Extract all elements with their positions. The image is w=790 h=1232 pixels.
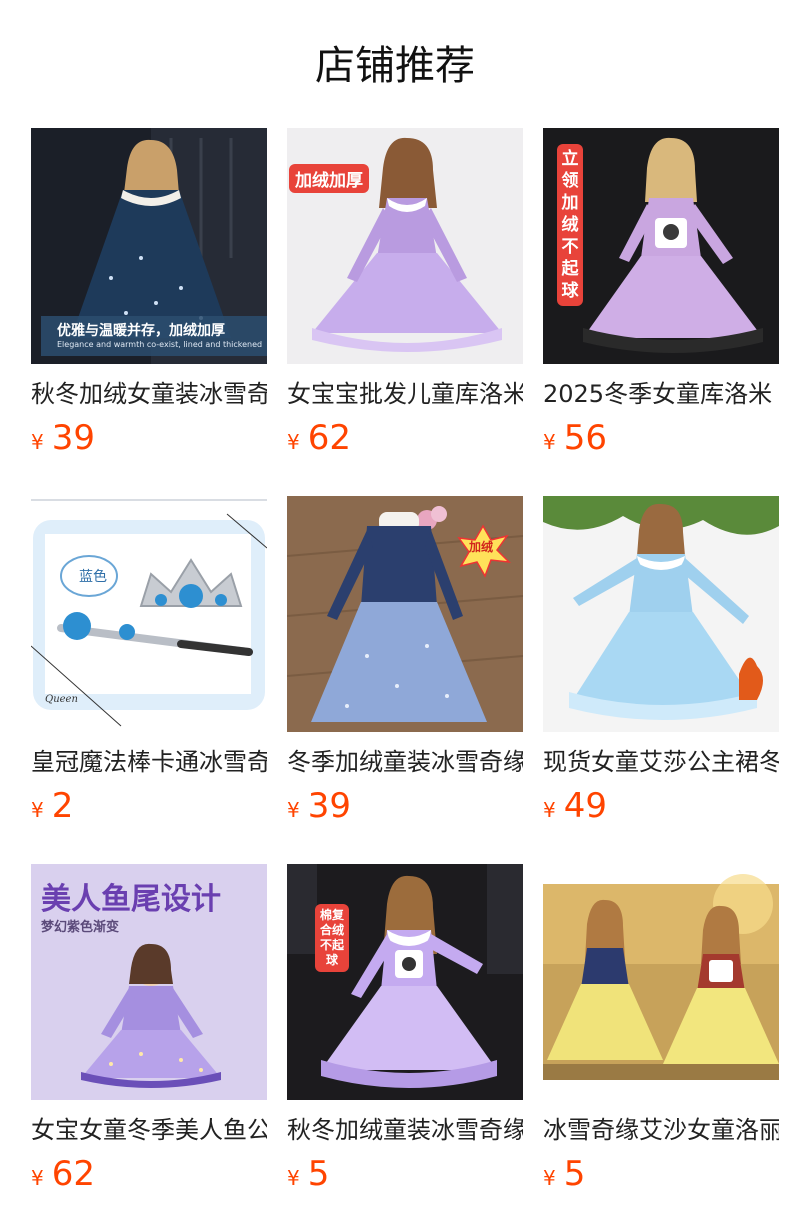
price-value: 39 <box>51 418 95 458</box>
price-value: 5 <box>307 1154 330 1194</box>
currency-symbol: ¥ <box>287 430 300 454</box>
product-card[interactable]: 冰雪奇缘艾沙女童洛丽塔 ¥5 <box>543 864 779 1232</box>
product-card[interactable]: 棉复合绒不起球 秋冬加绒童装冰雪奇缘 ¥5 <box>287 864 523 1232</box>
product-photo <box>543 864 779 1100</box>
product-image[interactable] <box>543 496 779 732</box>
color-label: 蓝色 <box>79 569 107 585</box>
image-subheadline: 梦幻紫色渐变 <box>41 920 120 935</box>
currency-symbol: ¥ <box>287 1166 300 1190</box>
product-title[interactable]: 秋冬加绒童装冰雪奇缘 <box>287 1112 523 1148</box>
product-photo <box>543 496 779 732</box>
product-image[interactable]: 加绒 <box>287 496 523 732</box>
product-card[interactable]: 美人鱼尾设计 梦幻紫色渐变 女宝女童冬季美人鱼公主 ¥62 <box>31 864 267 1232</box>
product-price: ¥56 <box>543 416 779 460</box>
currency-symbol: ¥ <box>287 798 300 822</box>
product-photo <box>287 864 523 1100</box>
price-value: 49 <box>563 786 607 826</box>
product-image[interactable]: 棉复合绒不起球 <box>287 864 523 1100</box>
product-image[interactable]: 优雅与温暖并存，加绒加厚 Elegance and warmth co-exis… <box>31 128 267 364</box>
image-caption: 优雅与温暖并存，加绒加厚 <box>57 323 225 339</box>
product-title[interactable]: 秋冬加绒女童装冰雪奇缘 <box>31 376 267 412</box>
product-card[interactable]: 加绒 冬季加绒童装冰雪奇缘 ¥39 <box>287 496 523 864</box>
product-photo <box>287 496 523 732</box>
product-price: ¥62 <box>31 1152 267 1196</box>
product-card[interactable]: 蓝色 Queen 皇冠魔法棒卡通冰雪奇缘 ¥2 <box>31 496 267 864</box>
product-price: ¥49 <box>543 784 779 828</box>
price-value: 62 <box>51 1154 95 1194</box>
price-value: 56 <box>563 418 607 458</box>
currency-symbol: ¥ <box>31 430 44 454</box>
product-title[interactable]: 皇冠魔法棒卡通冰雪奇缘 <box>31 744 267 780</box>
product-title[interactable]: 女宝宝批发儿童库洛米 <box>287 376 523 412</box>
promo-badge: 立领加绒不起球 <box>557 144 583 306</box>
product-price: ¥39 <box>287 784 523 828</box>
price-value: 62 <box>307 418 351 458</box>
currency-symbol: ¥ <box>31 1166 44 1190</box>
price-value: 5 <box>563 1154 586 1194</box>
product-card[interactable]: 现货女童艾莎公主裙冬 ¥49 <box>543 496 779 864</box>
product-title[interactable]: 女宝女童冬季美人鱼公主 <box>31 1112 267 1148</box>
promo-burst-label: 加绒 <box>469 540 494 554</box>
currency-symbol: ¥ <box>543 1166 556 1190</box>
product-image[interactable]: 美人鱼尾设计 梦幻紫色渐变 <box>31 864 267 1100</box>
product-price: ¥62 <box>287 416 523 460</box>
product-price: ¥5 <box>287 1152 523 1196</box>
product-card[interactable]: 优雅与温暖并存，加绒加厚 Elegance and warmth co-exis… <box>31 128 267 496</box>
brand-signature: Queen <box>45 694 78 705</box>
product-price: ¥39 <box>31 416 267 460</box>
product-title[interactable]: 2025冬季女童库洛米 <box>543 376 779 412</box>
promo-badge: 棉复合绒不起球 <box>315 904 349 972</box>
image-headline: 美人鱼尾设计 <box>41 882 221 917</box>
product-title[interactable]: 冬季加绒童装冰雪奇缘 <box>287 744 523 780</box>
product-price: ¥5 <box>543 1152 779 1196</box>
product-image[interactable]: 加绒加厚 <box>287 128 523 364</box>
currency-symbol: ¥ <box>543 430 556 454</box>
product-grid: 优雅与温暖并存，加绒加厚 Elegance and warmth co-exis… <box>31 128 783 1232</box>
product-image[interactable] <box>543 864 779 1100</box>
product-card[interactable]: 加绒加厚 女宝宝批发儿童库洛米 ¥62 <box>287 128 523 496</box>
product-price: ¥2 <box>31 784 267 828</box>
currency-symbol: ¥ <box>543 798 556 822</box>
page-title: 店铺推荐 <box>315 43 475 89</box>
price-value: 2 <box>51 786 74 826</box>
product-card[interactable]: 立领加绒不起球 2025冬季女童库洛米 ¥56 <box>543 128 779 496</box>
price-value: 39 <box>307 786 351 826</box>
product-image[interactable]: 蓝色 Queen <box>31 496 267 732</box>
product-title[interactable]: 冰雪奇缘艾沙女童洛丽塔 <box>543 1112 779 1148</box>
image-caption-en: Elegance and warmth co-exist, lined and … <box>57 340 263 349</box>
product-image[interactable]: 立领加绒不起球 <box>543 128 779 364</box>
currency-symbol: ¥ <box>31 798 44 822</box>
product-title[interactable]: 现货女童艾莎公主裙冬 <box>543 744 779 780</box>
promo-badge: 加绒加厚 <box>289 164 369 193</box>
